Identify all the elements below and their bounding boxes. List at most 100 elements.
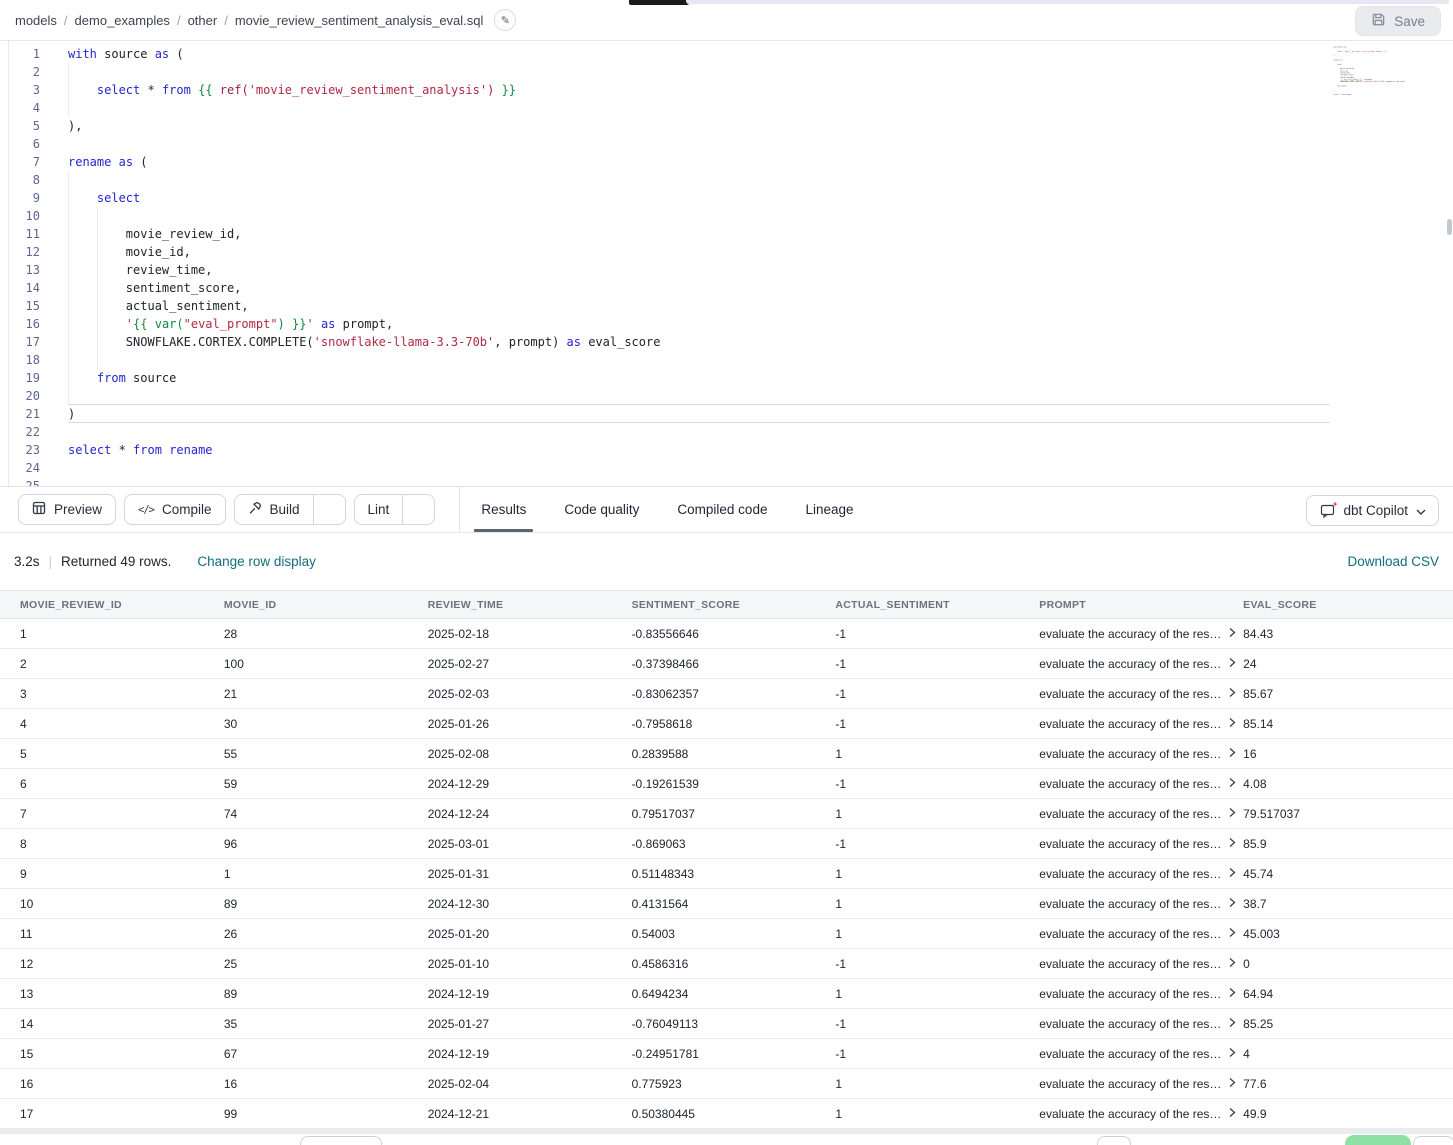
tab-compiled-code[interactable]: Compiled code <box>658 487 786 532</box>
expand-chevron-icon[interactable] <box>1228 717 1236 731</box>
table-cell: 1 <box>828 1107 1032 1121</box>
expand-chevron-icon[interactable] <box>1228 657 1236 671</box>
table-cell: 55 <box>217 747 421 761</box>
table-cell: 2025-02-27 <box>421 657 625 671</box>
expand-chevron-icon[interactable] <box>1228 747 1236 761</box>
prompt-cell: evaluate the accuracy of the res… <box>1032 657 1236 671</box>
expand-chevron-icon[interactable] <box>1228 957 1236 971</box>
prompt-cell: evaluate the accuracy of the res… <box>1032 1017 1236 1031</box>
line-number: 17 <box>0 333 40 351</box>
sql-editor[interactable]: 1with source as (23 select * from {{ ref… <box>0 41 1453 487</box>
indent-guide <box>68 369 69 387</box>
expand-chevron-icon[interactable] <box>1228 1077 1236 1091</box>
table-cell: -0.24951781 <box>625 1047 829 1061</box>
pencil-circle-icon[interactable]: ✎ <box>494 9 516 31</box>
expand-chevron-icon[interactable] <box>1228 687 1236 701</box>
prompt-preview-text: evaluate the accuracy of the res… <box>1039 1107 1221 1121</box>
save-button[interactable]: Save <box>1355 6 1441 36</box>
table-cell: 13 <box>13 987 217 1001</box>
prompt-cell: evaluate the accuracy of the res… <box>1032 987 1236 1001</box>
column-header: EVAL_SCORE <box>1236 599 1440 611</box>
lint-dropdown-caret[interactable] <box>402 495 434 524</box>
prompt-cell: evaluate the accuracy of the res… <box>1032 1047 1236 1061</box>
expand-chevron-icon[interactable] <box>1228 627 1236 641</box>
expand-chevron-icon[interactable] <box>1228 867 1236 881</box>
prompt-cell: evaluate the accuracy of the res… <box>1032 777 1236 791</box>
build-button-group: Build <box>234 494 346 525</box>
compile-button[interactable]: </> Compile <box>124 494 226 525</box>
indent-guide <box>68 225 69 243</box>
table-cell: 1 <box>828 747 1032 761</box>
save-icon <box>1371 12 1386 30</box>
table-cell: 16 <box>13 1077 217 1091</box>
indent-guide <box>68 63 69 81</box>
build-dropdown-caret[interactable] <box>313 495 345 524</box>
line-number: 18 <box>0 351 40 369</box>
table-cell: 2024-12-30 <box>421 897 625 911</box>
breadcrumb-item[interactable]: models <box>15 13 57 28</box>
bottom-cutoff-bar <box>0 1129 1453 1145</box>
table-cell: 0.4586316 <box>625 957 829 971</box>
expand-chevron-icon[interactable] <box>1228 897 1236 911</box>
line-number: 15 <box>0 297 40 315</box>
divider: | <box>49 554 53 569</box>
indent-guide <box>97 243 98 261</box>
expand-chevron-icon[interactable] <box>1228 1017 1236 1031</box>
line-number: 25 <box>0 477 40 487</box>
line-number: 9 <box>0 189 40 207</box>
expand-chevron-icon[interactable] <box>1228 1047 1236 1061</box>
table-cell: 16 <box>1236 747 1440 761</box>
table-cell: 77.6 <box>1236 1077 1440 1091</box>
table-cell: 2025-01-31 <box>421 867 625 881</box>
editor-scrollbar-thumb[interactable] <box>1447 219 1452 235</box>
indent-guide <box>97 279 98 297</box>
expand-chevron-icon[interactable] <box>1228 807 1236 821</box>
code-line: 3 select * from {{ ref('movie_review_sen… <box>0 81 1453 99</box>
table-cell: 0.6494234 <box>625 987 829 1001</box>
expand-chevron-icon[interactable] <box>1228 1107 1236 1121</box>
editor-minimap[interactable]: with source as ( select * from {{ ref('m… <box>1333 46 1447 176</box>
code-line <box>1333 98 1447 100</box>
table-cell: 4 <box>1236 1047 1440 1061</box>
breadcrumb-item[interactable]: other <box>188 13 218 28</box>
table-cell: 1 <box>828 867 1032 881</box>
change-row-display-link[interactable]: Change row display <box>197 554 316 569</box>
code-line: 11 movie_review_id, <box>0 225 1453 243</box>
tab-lineage[interactable]: Lineage <box>786 487 872 532</box>
code-line: 20 <box>0 387 1453 405</box>
dbt-copilot-button[interactable]: ✦ dbt Copilot <box>1306 495 1439 526</box>
line-number: 21 <box>0 405 40 423</box>
table-row: 6592024-12-29-0.19261539-1evaluate the a… <box>0 769 1453 799</box>
hammer-icon <box>248 501 262 518</box>
expand-chevron-icon[interactable] <box>1228 777 1236 791</box>
table-cell: 85.9 <box>1236 837 1440 851</box>
breadcrumb-item[interactable]: demo_examples <box>75 13 170 28</box>
expand-chevron-icon[interactable] <box>1228 987 1236 1001</box>
preview-label: Preview <box>54 502 102 517</box>
tab-code-quality[interactable]: Code quality <box>545 487 658 532</box>
table-cell: 2024-12-19 <box>421 1047 625 1061</box>
table-cell: 25 <box>217 957 421 971</box>
indent-guide <box>97 261 98 279</box>
code-line: 15 actual_sentiment, <box>0 297 1453 315</box>
prompt-preview-text: evaluate the accuracy of the res… <box>1039 897 1221 911</box>
table-cell: 2025-02-18 <box>421 627 625 641</box>
preview-button[interactable]: Preview <box>18 494 116 525</box>
expand-chevron-icon[interactable] <box>1228 837 1236 851</box>
table-body: 1282025-02-18-0.83556646-1evaluate the a… <box>0 619 1453 1129</box>
table-cell: 0.54003 <box>625 927 829 941</box>
prompt-preview-text: evaluate the accuracy of the res… <box>1039 777 1221 791</box>
download-csv-link[interactable]: Download CSV <box>1347 554 1439 569</box>
table-cell: 35 <box>217 1017 421 1031</box>
table-cell: 3 <box>13 687 217 701</box>
lint-button[interactable]: Lint <box>355 495 403 524</box>
code-line: 21) <box>0 405 1453 423</box>
build-button[interactable]: Build <box>235 495 313 524</box>
table-cell: -0.869063 <box>625 837 829 851</box>
action-toolbar: Preview </> Compile Build <box>0 487 1453 533</box>
tab-results[interactable]: Results <box>462 487 545 532</box>
table-cell: 2024-12-19 <box>421 987 625 1001</box>
indent-guide <box>68 189 69 207</box>
line-number: 13 <box>0 261 40 279</box>
expand-chevron-icon[interactable] <box>1228 927 1236 941</box>
